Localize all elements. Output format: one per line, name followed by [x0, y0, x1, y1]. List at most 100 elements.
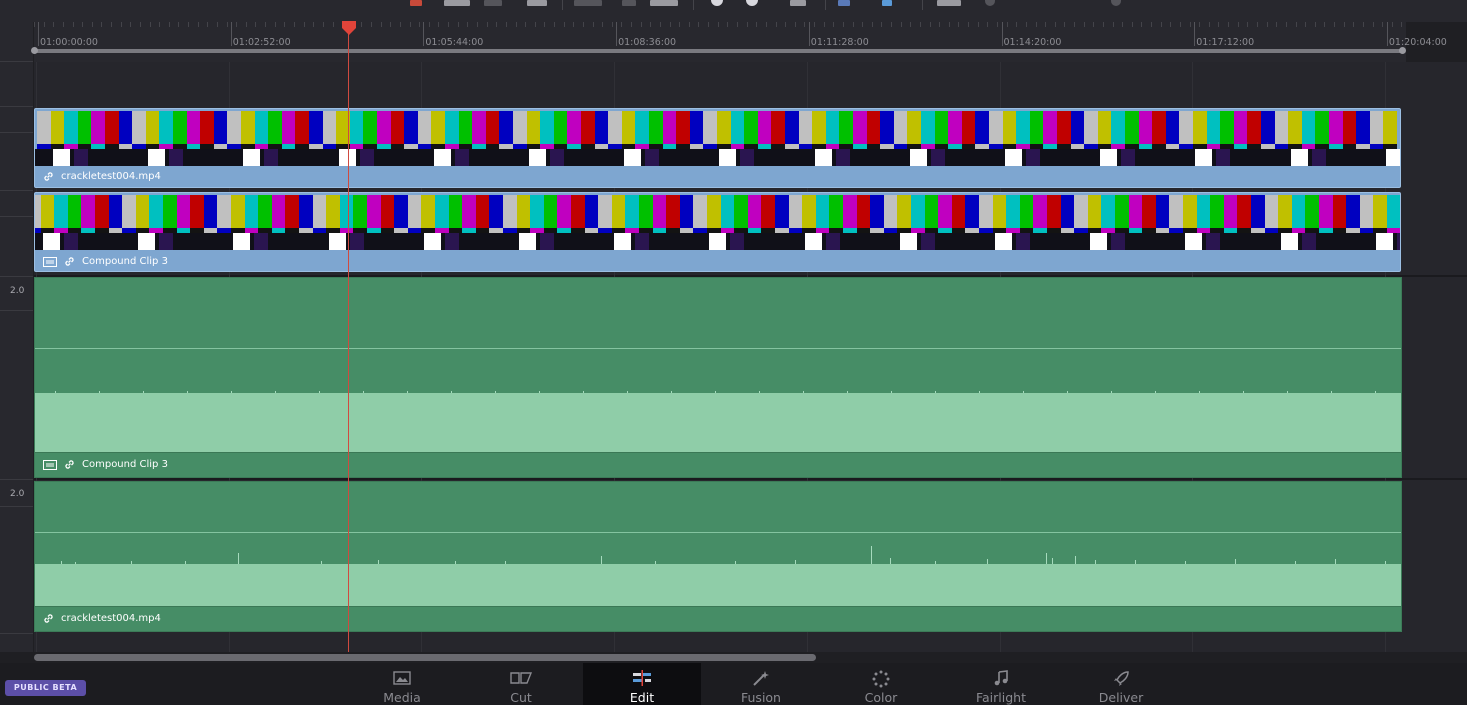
insert-clip-icon[interactable]	[444, 0, 470, 6]
waveform-peak	[1199, 391, 1200, 393]
waveform-peak	[1046, 553, 1047, 564]
ruler-minor-tick	[698, 22, 700, 27]
ruler-minor-tick	[640, 22, 642, 27]
video-clip-compound-clip-3[interactable]: Compound Clip 3	[34, 192, 1401, 272]
waveform-peak	[890, 558, 891, 564]
ruler-minor-tick	[939, 22, 941, 27]
ruler-minor-tick	[1064, 22, 1066, 27]
waveform-peak	[1243, 391, 1244, 393]
ruler-minor-tick	[120, 22, 122, 27]
waveform-peak	[979, 391, 980, 393]
page-tab-edit[interactable]: Edit	[583, 663, 701, 705]
timeline-scrollbar-thumb[interactable]	[34, 654, 816, 661]
waveform-peak	[671, 391, 672, 393]
ruler-minor-tick	[390, 22, 392, 27]
waveform-peak	[131, 561, 132, 564]
ruler-minor-tick	[1054, 22, 1056, 27]
ruler-minor-tick	[1102, 22, 1104, 27]
ruler-minor-tick	[1305, 22, 1307, 27]
ruler-major-tick	[230, 22, 232, 46]
ruler-minor-tick	[43, 22, 45, 27]
clip-name: crackletest004.mp4	[61, 613, 161, 624]
ruler-minor-tick	[496, 22, 498, 27]
ruler-minor-tick	[1353, 22, 1355, 27]
audio-clip-crackletest004[interactable]: crackletest004.mp4	[34, 481, 1402, 632]
waveform-peak	[1111, 391, 1112, 393]
ruler-minor-tick	[592, 22, 594, 27]
position-lock-icon[interactable]	[650, 0, 678, 6]
ruler-minor-tick	[891, 22, 893, 27]
ruler-minor-tick	[573, 22, 575, 27]
flag-icon[interactable]	[711, 0, 723, 6]
ruler-minor-tick	[862, 22, 864, 27]
video-clip-crackletest004[interactable]: crackletest004.mp4	[34, 108, 1401, 188]
ruler-minor-tick	[977, 22, 979, 27]
zoom-full-icon[interactable]	[838, 0, 850, 6]
ruler-minor-tick	[274, 22, 276, 27]
ruler-minor-tick	[371, 22, 373, 27]
ruler-minor-tick	[380, 22, 382, 27]
page-tab-color[interactable]: Color	[822, 663, 940, 705]
ruler-minor-tick	[515, 22, 517, 27]
ruler-minor-tick	[409, 22, 411, 27]
waveform-peak	[795, 560, 796, 564]
header-divider	[0, 310, 33, 311]
ruler-minor-tick	[72, 22, 74, 27]
audio-track-divider	[34, 478, 1467, 480]
ruler-minor-tick	[958, 22, 960, 27]
waveform-peak	[871, 546, 872, 564]
header-divider	[0, 61, 33, 62]
ruler-minor-tick	[1266, 22, 1268, 27]
clip-footer: crackletest004.mp4	[35, 606, 1401, 631]
edit-toolbar	[0, 0, 1467, 22]
linked-selection-icon[interactable]	[622, 0, 636, 6]
ruler-minor-tick	[139, 22, 141, 27]
waveform-centerline	[35, 348, 1401, 349]
page-tab-deliver[interactable]: Deliver	[1062, 663, 1180, 705]
ruler-major-tick	[38, 22, 39, 46]
timeline-range-bar[interactable]	[31, 47, 1406, 54]
toolbar-separator	[825, 0, 826, 10]
waveform-peak	[1023, 391, 1024, 393]
page-tab-fairlight[interactable]: Fairlight	[942, 663, 1060, 705]
ruler-major-tick	[1194, 22, 1196, 46]
ruler-minor-tick	[1362, 22, 1364, 27]
audio-level-icon[interactable]	[790, 0, 806, 6]
timeline-view-icon[interactable]	[937, 0, 961, 6]
range-start-handle[interactable]	[31, 47, 38, 54]
ruler-minor-tick	[294, 22, 295, 27]
ruler-minor-tick	[785, 22, 787, 27]
waveform-peak	[583, 391, 584, 393]
ruler-minor-tick	[428, 22, 430, 27]
page-tab-cut[interactable]: Cut	[462, 663, 580, 705]
playhead-line[interactable]	[348, 22, 349, 652]
audio-clip-compound-clip-3[interactable]: Compound Clip 3	[34, 277, 1402, 478]
waveform-peak	[238, 553, 239, 564]
ruler-minor-tick	[1122, 22, 1124, 27]
page-tab-media[interactable]: Media	[343, 663, 461, 705]
page-tab-fusion[interactable]: Fusion	[702, 663, 820, 705]
ruler-minor-tick	[216, 22, 218, 27]
marker-icon[interactable]	[746, 0, 758, 6]
zoom-detail-icon[interactable]	[882, 0, 892, 6]
timeline-options-icon[interactable]	[1111, 0, 1121, 6]
overwrite-clip-icon[interactable]	[484, 0, 502, 6]
waveform-peak	[601, 556, 602, 564]
range-end-handle[interactable]	[1399, 47, 1406, 54]
waveform-peak	[1067, 391, 1068, 393]
ruler-timecode: 01:11:28:00	[810, 37, 869, 48]
header-divider	[0, 106, 33, 107]
waveform-peak	[935, 391, 936, 393]
timeline-ruler[interactable]: 01:00:00:00 01:02:52:00 01:05:44:00 01:08:3…	[34, 22, 1447, 62]
waveform-peak	[321, 561, 322, 564]
timeline-zoom-icon[interactable]	[985, 0, 995, 6]
snapping-icon[interactable]	[574, 0, 602, 6]
ruler-minor-tick	[717, 22, 719, 27]
waveform-peak	[231, 391, 232, 393]
blade-tool-icon[interactable]	[410, 0, 422, 6]
replace-clip-icon[interactable]	[527, 0, 547, 6]
playhead-handle-icon[interactable]	[341, 20, 357, 36]
link-icon	[64, 256, 75, 267]
edit-icon	[631, 670, 653, 690]
ruler-minor-tick	[419, 22, 421, 27]
